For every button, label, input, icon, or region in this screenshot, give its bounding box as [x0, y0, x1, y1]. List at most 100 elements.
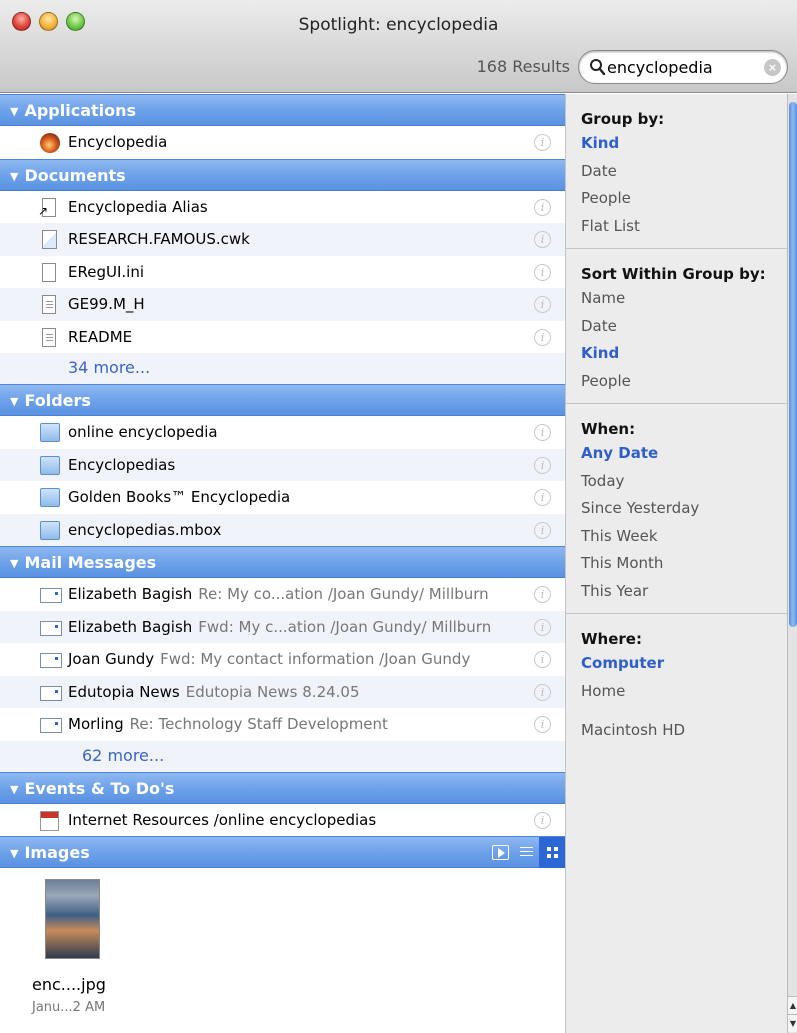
when-any-date[interactable]: Any Date [581, 440, 787, 468]
clear-search-icon[interactable]: × [764, 59, 781, 76]
result-row[interactable]: encyclopedias.mbox i [0, 513, 565, 546]
info-icon[interactable]: i [534, 456, 551, 474]
search-icon [590, 59, 605, 76]
disclosure-triangle-icon[interactable]: ▼ [10, 774, 18, 805]
encyclopedia-app-icon [40, 133, 60, 153]
more-documents-link[interactable]: 34 more... [0, 353, 565, 384]
when-this-month[interactable]: This Month [581, 550, 787, 578]
when-today[interactable]: Today [581, 468, 787, 496]
more-mail-link[interactable]: 62 more... [0, 740, 565, 772]
where-macintosh-hd[interactable]: Macintosh HD [581, 717, 787, 745]
result-row[interactable]: ERegUI.ini i [0, 256, 565, 289]
section-title: Applications [24, 101, 137, 120]
when-this-year[interactable]: This Year [581, 578, 787, 606]
image-name: enc....jpg [32, 975, 106, 994]
info-icon[interactable]: i [534, 198, 551, 216]
info-icon[interactable]: i [534, 489, 551, 506]
scroll-thumb[interactable] [789, 102, 797, 627]
info-icon[interactable]: i [534, 716, 551, 733]
result-label: Encyclopedia Alias [68, 197, 208, 216]
info-icon[interactable]: i [534, 263, 551, 281]
where-home[interactable]: Home [581, 678, 787, 706]
info-icon[interactable]: i [534, 424, 551, 441]
result-row[interactable]: README i [0, 321, 565, 354]
result-row[interactable]: Encyclopedias i [0, 448, 565, 481]
section-header-events[interactable]: ▼ Events & To Do's [0, 771, 565, 805]
result-row[interactable]: Internet Resources /online encyclopedias… [0, 804, 565, 837]
when-since-yesterday[interactable]: Since Yesterday [581, 495, 787, 523]
mail-subject: Re: Technology Staff Development [129, 715, 388, 734]
results-count: 168 Results [476, 57, 570, 76]
section-header-documents[interactable]: ▼ Documents [0, 158, 565, 192]
info-icon[interactable]: i [534, 586, 551, 603]
result-row[interactable]: online encyclopedia i [0, 416, 565, 449]
result-label: Encyclopedia [68, 133, 168, 152]
sort-by-name[interactable]: Name [581, 285, 787, 313]
mail-sender: Elizabeth Bagish [68, 585, 193, 604]
info-icon[interactable]: i [534, 683, 551, 701]
grid-icon [546, 847, 558, 858]
result-row[interactable]: Joan Gundy Fwd: My contact information /… [0, 643, 565, 676]
section-title: Events & To Do's [24, 778, 175, 798]
when-this-week[interactable]: This Week [581, 523, 787, 551]
disclosure-triangle-icon[interactable]: ▼ [10, 96, 18, 127]
slideshow-button[interactable] [487, 837, 513, 868]
result-row[interactable]: Golden Books™ Encyclopedia i [0, 481, 565, 514]
scroll-down-arrow-icon[interactable]: ▼ [788, 1014, 797, 1032]
where-section: Where: Computer Home Macintosh HD [566, 613, 787, 753]
disclosure-triangle-icon[interactable]: ▼ [10, 386, 18, 417]
result-label: online encyclopedia [68, 423, 218, 442]
result-row[interactable]: Encyclopedia i [0, 126, 565, 159]
mail-message-icon [40, 685, 62, 701]
section-header-images[interactable]: ▼ Images [0, 836, 565, 868]
image-date: Janu...2 AM [32, 1000, 106, 1015]
mail-message-icon [40, 588, 62, 603]
disclosure-triangle-icon[interactable]: ▼ [10, 838, 18, 869]
info-icon[interactable]: i [534, 521, 551, 539]
image-results: enc....jpg Janu...2 AM [0, 868, 565, 1033]
image-thumbnail[interactable] [45, 879, 100, 959]
section-header-mail-messages[interactable]: ▼ Mail Messages [0, 546, 565, 578]
group-by-kind[interactable]: Kind [581, 130, 787, 158]
info-icon[interactable]: i [534, 651, 551, 668]
grid-view-button[interactable] [539, 837, 565, 868]
info-icon[interactable]: i [534, 296, 551, 313]
result-row[interactable]: Edutopia News Edutopia News 8.24.05 i [0, 675, 565, 708]
disclosure-triangle-icon[interactable]: ▼ [10, 161, 18, 192]
group-by-flat-list[interactable]: Flat List [581, 213, 787, 241]
sort-by-people[interactable]: People [581, 368, 787, 396]
search-input[interactable]: encyclopedia [607, 58, 713, 77]
group-by-people[interactable]: People [581, 185, 787, 213]
sort-by-date[interactable]: Date [581, 313, 787, 341]
section-header-applications[interactable]: ▼ Applications [0, 94, 565, 126]
section-header-folders[interactable]: ▼ Folders [0, 384, 565, 416]
mail-subject: Fwd: My c...ation /Joan Gundy/ Millburn [198, 617, 492, 636]
result-label: Encyclopedias [68, 455, 176, 474]
info-icon[interactable]: i [534, 134, 551, 151]
result-row[interactable]: Elizabeth Bagish Fwd: My c...ation /Joan… [0, 610, 565, 643]
play-icon [491, 845, 509, 860]
result-row[interactable]: RESEARCH.FAMOUS.cwk i [0, 223, 565, 256]
vertical-scrollbar[interactable]: ▲ ▼ [787, 94, 797, 1033]
info-icon[interactable]: i [534, 231, 551, 248]
where-computer[interactable]: Computer [581, 650, 787, 678]
section-title: Folders [24, 391, 91, 410]
result-row[interactable]: GE99.M_H i [0, 288, 565, 321]
search-field[interactable]: encyclopedia × [578, 50, 788, 84]
group-by-date[interactable]: Date [581, 158, 787, 186]
info-icon[interactable]: i [534, 811, 551, 829]
scroll-up-arrow-icon[interactable]: ▲ [788, 996, 797, 1014]
disclosure-triangle-icon[interactable]: ▼ [10, 548, 18, 579]
info-icon[interactable]: i [534, 328, 551, 346]
window-title: Spotlight: encyclopedia [298, 15, 499, 35]
mail-sender: Edutopia News [68, 682, 180, 701]
result-row[interactable]: Elizabeth Bagish Re: My co...ation /Joan… [0, 578, 565, 611]
group-by-section: Group by: Kind Date People Flat List [566, 94, 787, 248]
result-row[interactable]: ↗ Encyclopedia Alias i [0, 191, 565, 224]
result-row[interactable]: Morling Re: Technology Staff Development… [0, 708, 565, 741]
mail-subject: Re: My co...ation /Joan Gundy/ Millburn [198, 585, 489, 604]
title-bar: Spotlight: encyclopedia 168 Results ency… [0, 0, 797, 93]
list-view-button[interactable] [513, 837, 539, 868]
info-icon[interactable]: i [534, 618, 551, 636]
sort-by-kind[interactable]: Kind [581, 340, 787, 368]
